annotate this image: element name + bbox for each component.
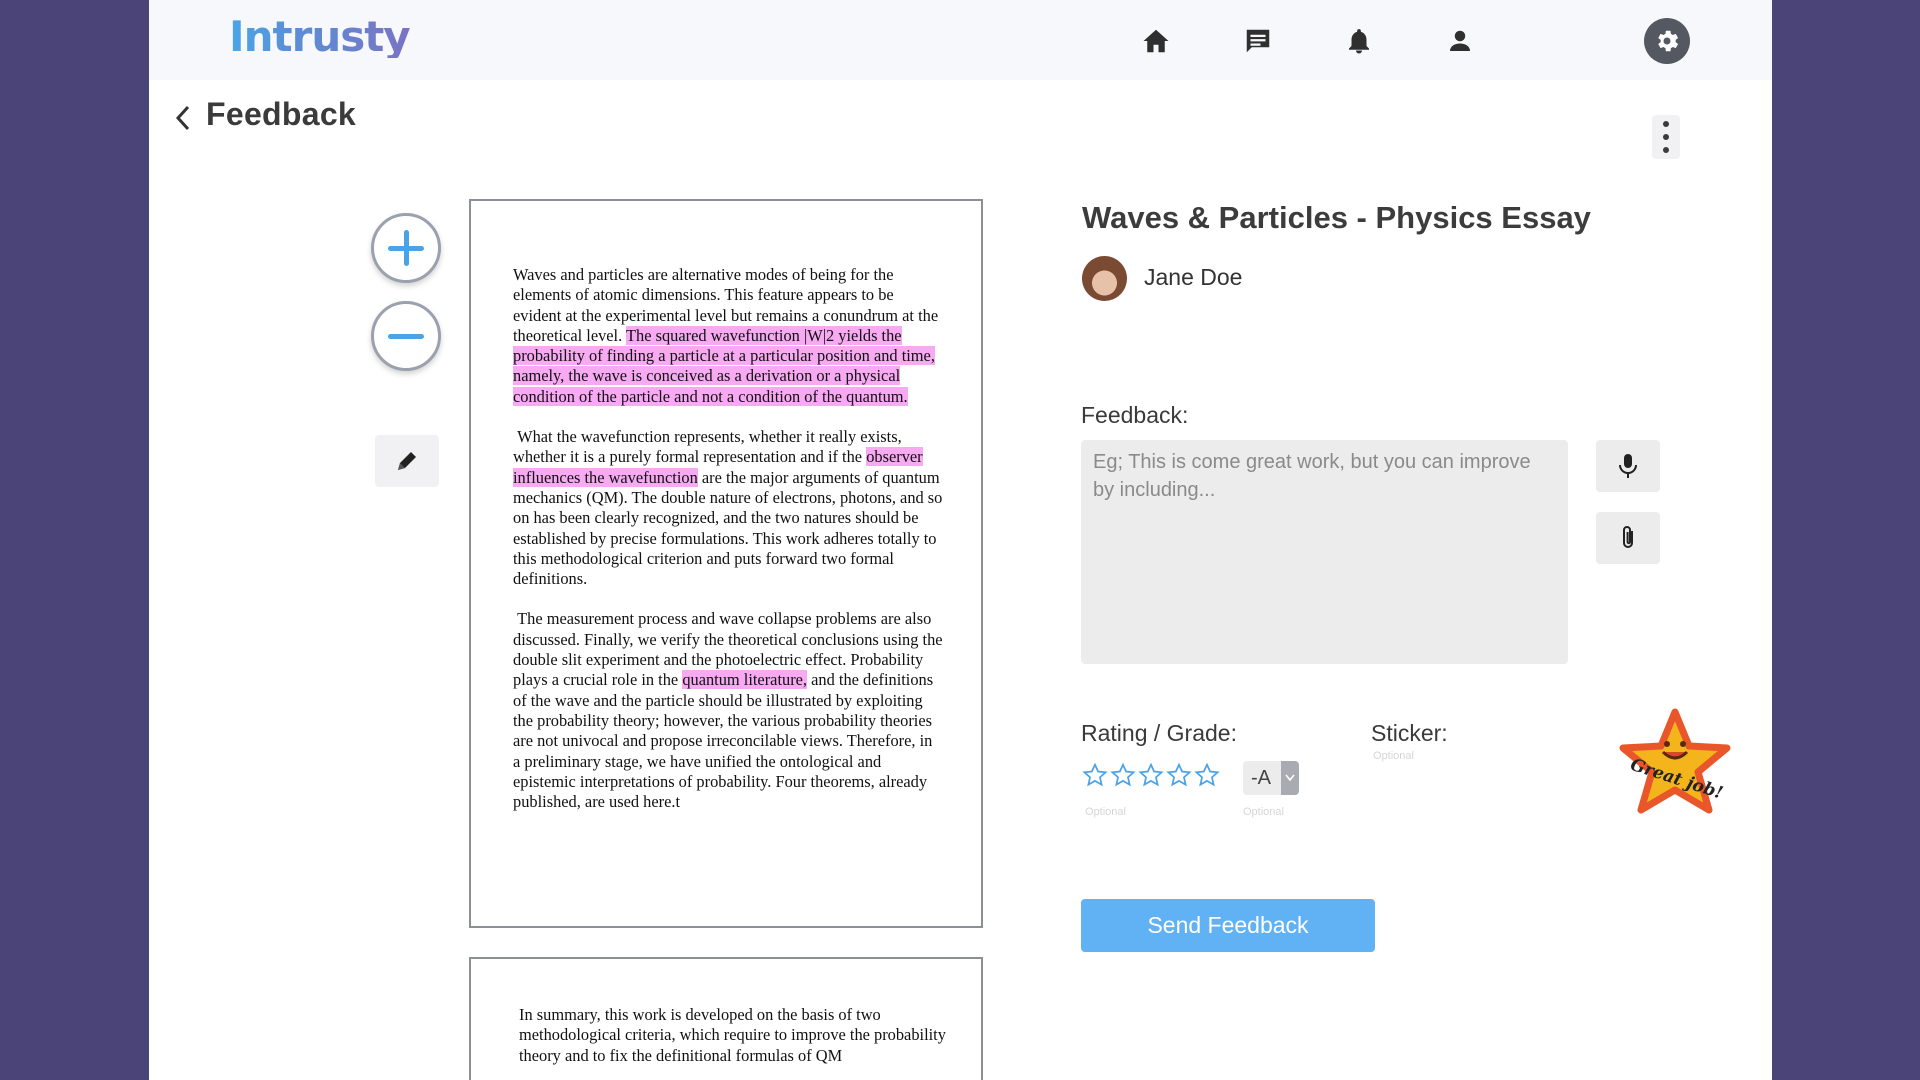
feedback-input[interactable] (1081, 440, 1568, 664)
send-feedback-button[interactable]: Send Feedback (1081, 899, 1375, 952)
star-icon[interactable] (1194, 762, 1222, 790)
more-dot (1663, 134, 1669, 140)
minus-icon (388, 334, 424, 339)
sticker-optional-hint: Optional (1373, 750, 1414, 762)
logo[interactable]: Intrusty (229, 16, 411, 58)
paperclip-icon (1623, 526, 1633, 548)
paragraph: In summary, this work is developed on th… (519, 1005, 946, 1065)
text-span: What the wavefunction represents, whethe… (513, 427, 902, 467)
highlighter-button[interactable] (375, 435, 439, 487)
star-icon[interactable] (1166, 762, 1194, 790)
app-window: Intrusty Feedback Waves and particles ar… (149, 0, 1772, 1080)
grade-optional-hint: Optional (1243, 806, 1284, 818)
bell-icon[interactable] (1344, 26, 1374, 56)
settings-button[interactable] (1644, 18, 1690, 64)
paragraph: What the wavefunction represents, whethe… (513, 427, 943, 589)
more-dot (1663, 121, 1669, 127)
chevron-down-icon (1281, 761, 1299, 795)
document-page-2: In summary, this work is developed on th… (469, 957, 983, 1080)
document-text: Waves and particles are alternative mode… (513, 265, 943, 832)
top-bar: Intrusty (149, 0, 1772, 80)
avatar (1082, 256, 1127, 301)
paragraph: The measurement process and wave collaps… (513, 609, 943, 812)
star-icon[interactable] (1138, 762, 1166, 790)
rating-label: Rating / Grade: (1081, 720, 1237, 746)
microphone-icon (1619, 454, 1637, 478)
messages-icon[interactable] (1243, 26, 1273, 56)
pen-icon (398, 452, 416, 470)
highlighted-text[interactable]: quantum literature, (682, 670, 808, 690)
more-dot (1663, 147, 1669, 153)
gear-icon (1658, 30, 1679, 52)
grade-select[interactable]: -A (1243, 761, 1299, 795)
feedback-label: Feedback: (1081, 402, 1189, 428)
star-rating (1082, 762, 1222, 792)
essay-title: Waves & Particles - Physics Essay (1082, 200, 1591, 235)
more-options-button[interactable] (1652, 115, 1680, 159)
plus-icon-bar (404, 230, 409, 266)
attach-button[interactable] (1596, 512, 1660, 564)
sticker-great-job[interactable]: Great job! (1615, 706, 1735, 826)
document-page-1: Waves and particles are alternative mode… (469, 199, 983, 928)
zoom-in-button[interactable] (371, 213, 441, 283)
sticker-label: Sticker: (1371, 720, 1448, 746)
voice-record-button[interactable] (1596, 440, 1660, 492)
star-icon[interactable] (1110, 762, 1138, 790)
page-title: Feedback (206, 96, 357, 132)
star-icon[interactable] (1082, 762, 1110, 790)
rating-optional-hint: Optional (1085, 806, 1126, 818)
student-name: Jane Doe (1144, 264, 1243, 290)
document-text: In summary, this work is developed on th… (519, 1005, 949, 1080)
zoom-out-button[interactable] (371, 301, 441, 371)
paragraph: Waves and particles are alternative mode… (513, 265, 943, 407)
text-span: and the definitions of the wave and the … (513, 670, 934, 812)
grade-value: -A (1251, 767, 1271, 789)
chevron-left-icon (175, 105, 190, 131)
user-icon[interactable] (1445, 26, 1475, 56)
home-icon[interactable] (1141, 26, 1171, 56)
